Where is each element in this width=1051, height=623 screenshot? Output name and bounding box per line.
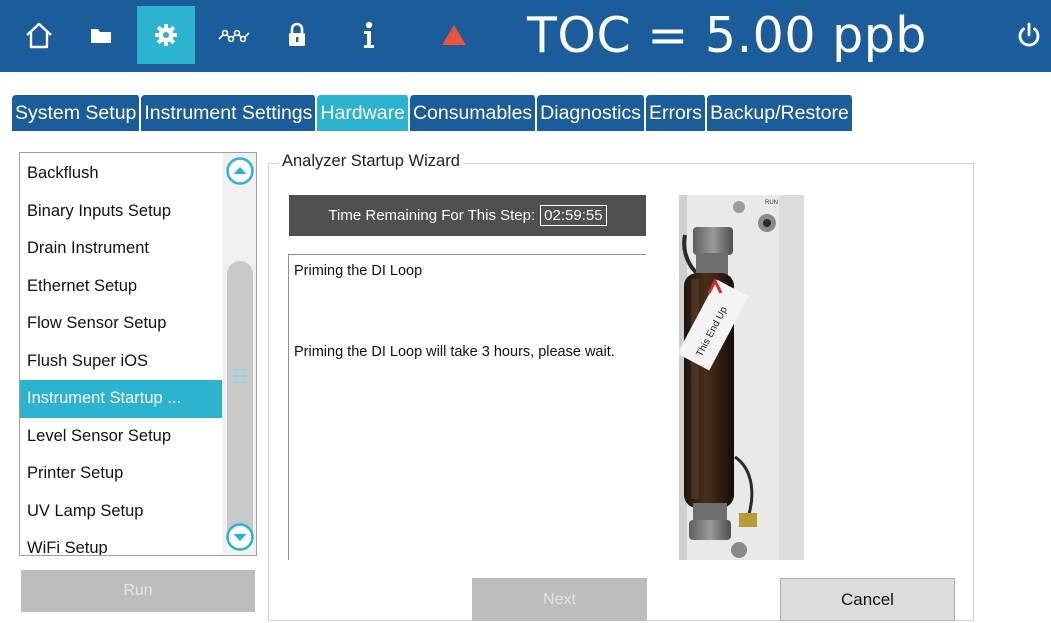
list-item-backflush[interactable]: Backflush [20, 155, 222, 193]
power-icon [1018, 22, 1039, 47]
wizard-message-box: Priming the DI Loop Priming the DI Loop … [288, 254, 646, 560]
info-icon [364, 21, 374, 48]
chevron-up-icon [226, 157, 254, 185]
tab-instrument-settings[interactable]: Instrument Settings [141, 95, 318, 131]
scroll-grip [233, 381, 247, 383]
chevron-down-icon [226, 523, 254, 551]
folder-icon [91, 29, 111, 43]
list-item-flush-super-ios[interactable]: Flush Super iOS [20, 343, 222, 381]
tab-errors[interactable]: Errors [645, 95, 708, 131]
home-icon [26, 22, 52, 49]
time-remaining-bar: Time Remaining For This Step: 02:59:55 [289, 195, 646, 236]
hardware-list-items: Backflush Binary Inputs Setup Drain Inst… [20, 155, 222, 555]
folder-button[interactable] [72, 6, 130, 64]
wizard-title: Analyzer Startup Wizard [278, 152, 464, 171]
toc-reading: TOC = 5.00 ppb [527, 7, 927, 64]
cancel-button[interactable]: Cancel [780, 578, 955, 621]
tab-diagnostics[interactable]: Diagnostics [537, 95, 646, 131]
tab-consumables[interactable]: Consumables [409, 95, 538, 131]
tab-bar: System Setup Instrument Settings Hardwar… [12, 95, 854, 131]
top-bar: TOC = 5.00 ppb [0, 0, 1051, 72]
scroll-up-button[interactable] [226, 157, 254, 185]
info-button[interactable] [340, 6, 398, 64]
home-button[interactable] [10, 6, 68, 64]
tab-system-setup[interactable]: System Setup [12, 95, 142, 131]
run-button[interactable]: Run [21, 570, 255, 612]
trend-icon [218, 29, 250, 43]
photo-run-label: RUN [765, 200, 778, 206]
scroll-down-button[interactable] [226, 523, 254, 551]
hardware-list: Backflush Binary Inputs Setup Drain Inst… [19, 152, 257, 556]
app-window: TOC = 5.00 ppb System Setup Instrument S… [0, 0, 1051, 623]
time-remaining-label: Time Remaining For This Step: [328, 207, 536, 224]
list-item-binary-inputs-setup[interactable]: Binary Inputs Setup [20, 193, 222, 231]
message-title: Priming the DI Loop [294, 263, 423, 279]
time-remaining-value: 02:59:55 [540, 205, 607, 226]
cartridge-photo: RUN This End Up [677, 195, 804, 560]
list-item-ethernet-setup[interactable]: Ethernet Setup [20, 268, 222, 306]
lock-button[interactable] [268, 6, 326, 64]
settings-button[interactable] [137, 6, 195, 64]
tab-hardware[interactable]: Hardware [317, 95, 410, 131]
list-item-level-sensor-setup[interactable]: Level Sensor Setup [20, 418, 222, 456]
scroll-thumb[interactable] [227, 261, 253, 543]
warning-icon [442, 25, 466, 45]
tab-backup-restore[interactable]: Backup/Restore [707, 95, 854, 131]
next-button[interactable]: Next [472, 578, 647, 621]
list-item-instrument-startup[interactable]: Instrument Startup ... [20, 380, 222, 418]
message-body: Priming the DI Loop will take 3 hours, p… [294, 344, 615, 360]
list-item-printer-setup[interactable]: Printer Setup [20, 455, 222, 493]
list-item-wifi-setup[interactable]: WiFi Setup [20, 530, 222, 555]
list-item-drain-instrument[interactable]: Drain Instrument [20, 230, 222, 268]
scroll-grip [233, 375, 247, 377]
lock-icon [289, 22, 305, 46]
scroll-grip [233, 369, 247, 371]
list-item-flow-sensor-setup[interactable]: Flow Sensor Setup [20, 305, 222, 343]
list-scrollbar[interactable] [223, 153, 256, 555]
alarm-button[interactable] [425, 6, 483, 64]
list-item-uv-lamp-setup[interactable]: UV Lamp Setup [20, 493, 222, 531]
cartridge-photo-graphic: RUN This End Up [677, 195, 804, 560]
gear-icon [155, 24, 177, 46]
power-button[interactable] [1006, 6, 1051, 64]
trend-button[interactable] [205, 6, 263, 64]
